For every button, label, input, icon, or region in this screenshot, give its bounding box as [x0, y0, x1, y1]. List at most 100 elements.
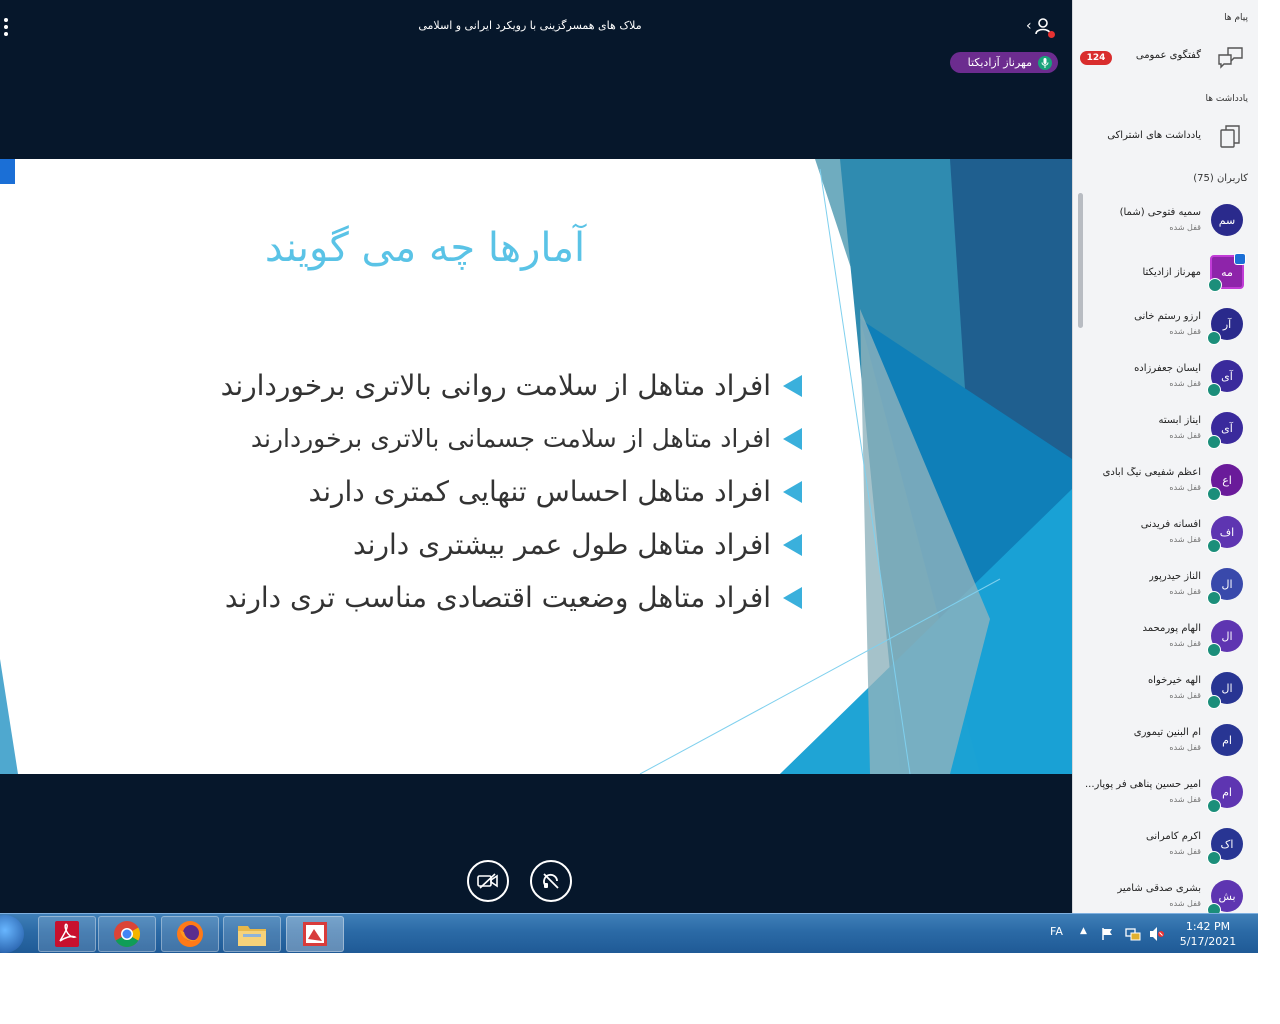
slide-bullet: افراد متاهل طول عمر بیشتری دارند	[162, 518, 802, 571]
acrobat-icon	[55, 921, 79, 947]
clock-time: 1:42 PM	[1185, 920, 1231, 933]
chrome-icon	[114, 921, 141, 948]
public-chat-label: گفتگوی عمومی	[1135, 50, 1201, 61]
presentation-app-icon	[303, 922, 327, 946]
user-list-item[interactable]: اع اعظم شفیعی نیگ آبادی قفل شده	[1073, 455, 1258, 507]
folder-icon	[238, 926, 266, 946]
avatar: مه	[1208, 253, 1246, 292]
screen: ملاک های همسرگزینی با رویکرد ایرانی و اس…	[0, 0, 1280, 1024]
user-list-item[interactable]: سم سمیه فتوحی (شما) قفل شده	[1073, 195, 1258, 247]
user-list-item[interactable]: اک اکرم کامرانی قفل شده	[1073, 819, 1258, 871]
user-name: مهرناز آزادیکتا	[1142, 267, 1201, 278]
user-status: قفل شده	[1169, 899, 1201, 908]
user-status: قفل شده	[1169, 327, 1201, 336]
shared-notes-item[interactable]: یادداشت های اشتراکی	[1073, 122, 1258, 152]
avatar-initials: سم	[1218, 213, 1236, 227]
taskbar-acrobat-button[interactable]	[38, 916, 96, 952]
taskbar-explorer-button[interactable]	[223, 916, 281, 952]
side-panel: پیام ها گفتگوی عمومی 124 یادداشت ها یادد…	[1072, 0, 1258, 913]
show-hidden-icons-button[interactable]: ▲	[1080, 926, 1087, 936]
meeting-title: ملاک های همسرگزینی با رویکرد ایرانی و اس…	[418, 19, 642, 32]
avatar: بش	[1207, 880, 1243, 913]
notes-section-label: یادداشت ها	[1205, 94, 1249, 104]
user-list-item[interactable]: اف افسانه فریدنی قفل شده	[1073, 507, 1258, 559]
user-list-toggle-button[interactable]: ‹	[1026, 16, 1058, 40]
bullet-arrow-icon	[783, 480, 802, 503]
options-menu-icon[interactable]	[3, 18, 11, 38]
user-name: سمیه فتوحی (شما)	[1119, 207, 1201, 218]
user-list-item[interactable]: آی آیناز آبسته قفل شده	[1073, 403, 1258, 455]
avatar: آر	[1207, 308, 1243, 345]
user-list-item[interactable]: ام امیر حسین پناهی فر پوپار... قفل شده	[1073, 767, 1258, 819]
user-name: افسانه فریدنی	[1140, 519, 1201, 530]
user-list-item[interactable]: ال الناز حیدرپور قفل شده	[1073, 559, 1258, 611]
slide-title: آمارها چه می گویند	[264, 225, 586, 271]
bullet-arrow-icon	[783, 427, 802, 450]
windows-taskbar: FA ▲ 1:42 PM 5/17/2021	[0, 913, 1258, 953]
user-status: قفل شده	[1169, 691, 1201, 700]
leave-audio-button[interactable]	[530, 860, 572, 902]
messages-section-label: پیام ها	[1224, 13, 1248, 23]
user-list-item[interactable]: ال الهه خیرخواه قفل شده	[1073, 663, 1258, 715]
user-status: قفل شده	[1169, 223, 1201, 232]
talking-indicator: مهرناز آزادیکتا	[950, 52, 1058, 73]
shared-notes-label: یادداشت های اشتراکی	[1107, 130, 1201, 141]
user-status: قفل شده	[1169, 535, 1201, 544]
taskbar-chrome-button[interactable]	[98, 916, 156, 952]
user-list-item[interactable]: مه مهرناز آزادیکتا	[1073, 247, 1258, 299]
headset-icon	[1207, 851, 1221, 865]
start-button[interactable]	[0, 915, 24, 953]
presentation-slide: آمارها چه می گویند افراد متاهل از سلامت …	[0, 159, 1072, 774]
chat-icon	[1218, 47, 1243, 69]
taskbar-powerpoint-button[interactable]	[286, 916, 344, 952]
user-name: الهه خیرخواه	[1147, 675, 1201, 686]
unread-count-badge: 124	[1080, 51, 1112, 65]
action-center-flag-icon[interactable]	[1101, 927, 1115, 941]
user-status: قفل شده	[1169, 743, 1201, 752]
camera-off-icon	[477, 873, 498, 889]
taskbar-clock[interactable]: 1:42 PM 5/17/2021	[1170, 919, 1246, 949]
avatar-initials: ام	[1222, 733, 1232, 747]
user-status: قفل شده	[1169, 483, 1201, 492]
headset-icon	[1207, 591, 1221, 605]
bullet-arrow-icon	[783, 533, 802, 556]
user-list-item[interactable]: بش بشری صدقی شامیر قفل شده	[1073, 871, 1258, 913]
video-off-button[interactable]	[467, 860, 509, 902]
headset-icon	[1207, 643, 1221, 657]
taskbar-firefox-button[interactable]	[161, 916, 219, 952]
user-name: امیر حسین پناهی فر پوپار...	[1084, 779, 1201, 790]
user-name: اکرم کامرانی	[1145, 831, 1201, 842]
avatar-initials: ال	[1221, 681, 1233, 695]
headset-off-icon	[543, 873, 559, 889]
user-name: اعظم شفیعی نیگ آبادی	[1102, 467, 1201, 478]
user-list-item[interactable]: ام ام البنین تیموری قفل شده	[1073, 715, 1258, 767]
user-list-item[interactable]: آر آرزو رستم خانی قفل شده	[1073, 299, 1258, 351]
headset-icon	[1207, 331, 1221, 345]
user-list: سم سمیه فتوحی (شما) قفل شده مه مهرناز آزادیک…	[1073, 195, 1258, 913]
headset-icon	[1207, 799, 1221, 813]
headset-icon	[1207, 695, 1221, 709]
headset-icon	[1208, 278, 1222, 292]
avatar: آی	[1207, 412, 1243, 449]
avatar: اک	[1207, 828, 1243, 865]
network-icon[interactable]	[1125, 925, 1141, 941]
user-name: ام البنین تیموری	[1133, 727, 1201, 738]
avatar-initials: اع	[1222, 473, 1232, 487]
avatar: ام	[1211, 724, 1243, 756]
presentation-toolbar-tab[interactable]	[0, 159, 15, 184]
user-list-item[interactable]: آی آیسان جعفرزاده قفل شده	[1073, 351, 1258, 403]
firefox-icon	[177, 921, 203, 947]
language-indicator[interactable]: FA	[1050, 925, 1063, 938]
volume-muted-icon[interactable]	[1149, 926, 1165, 942]
avatar-initials: اف	[1219, 525, 1235, 539]
avatar: سم	[1211, 204, 1243, 236]
avatar: ال	[1207, 568, 1243, 605]
user-name: الهام پورمحمد	[1142, 623, 1201, 634]
slide-bullet: افراد متاهل از سلامت روانی بالاتری برخور…	[162, 359, 802, 412]
user-list-item[interactable]: ال الهام پورمحمد قفل شده	[1073, 611, 1258, 663]
clock-date: 5/17/2021	[1179, 935, 1237, 948]
user-status: قفل شده	[1169, 795, 1201, 804]
slide-bullet-list: افراد متاهل از سلامت روانی بالاتری برخور…	[162, 359, 802, 624]
users-section-label: کاربران (75)	[1193, 173, 1248, 184]
user-status: قفل شده	[1169, 639, 1201, 648]
